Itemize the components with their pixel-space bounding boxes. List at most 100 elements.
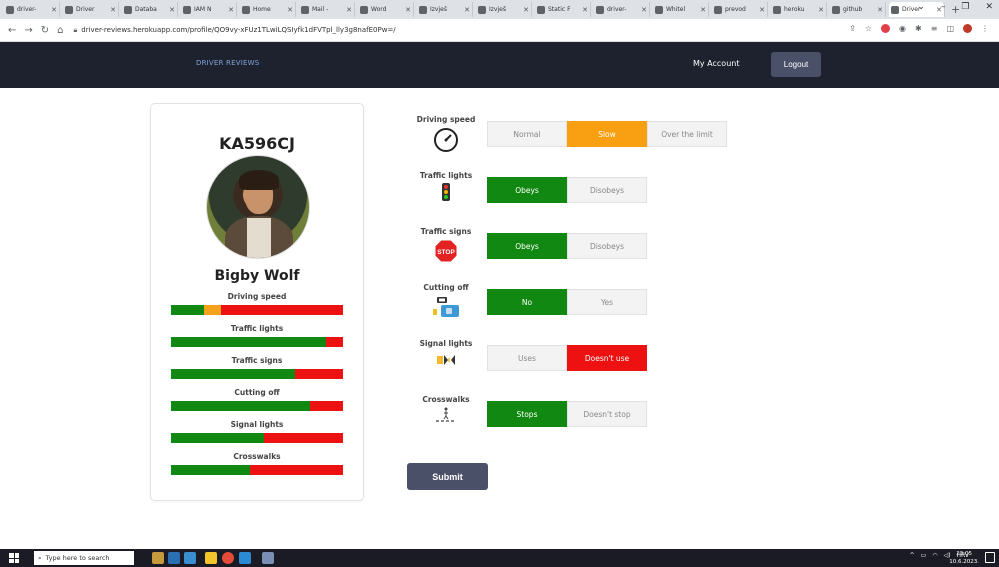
stat-bar-red-segment — [310, 401, 343, 411]
forward-icon[interactable]: → — [24, 25, 32, 36]
submit-button[interactable]: Submit — [407, 463, 488, 490]
logout-button[interactable]: Logout — [771, 52, 821, 77]
option-button[interactable]: Obeys — [487, 177, 567, 203]
tab-close-icon[interactable]: ✕ — [287, 6, 293, 14]
browser-tab[interactable]: Databa ✕ — [122, 2, 178, 17]
vscode-icon[interactable] — [239, 552, 251, 564]
windows-start-icon[interactable] — [9, 553, 19, 563]
tab-label: Whitel — [666, 6, 686, 13]
browser-tab[interactable]: Mail - ✕ — [299, 2, 355, 17]
url-field[interactable]: 🔒︎ driver-reviews.herokuapp.com/profile/… — [74, 26, 396, 35]
stat-bar-green-segment — [171, 465, 251, 475]
tab-favicon-icon — [537, 5, 545, 14]
tab-favicon-icon — [242, 5, 250, 14]
tab-label: Static F — [548, 6, 571, 13]
browser-tab[interactable]: Izvješ ✕ — [417, 2, 473, 17]
stat-item: Crosswalks — [171, 452, 343, 475]
tab-label: Word — [371, 6, 387, 13]
puzzle-icon[interactable]: ✱ — [915, 24, 922, 33]
task-view-icon[interactable] — [184, 552, 196, 564]
browser-tab[interactable]: Home ✕ — [240, 2, 296, 17]
taskbar-app-icon[interactable] — [262, 552, 274, 564]
tab-favicon-icon — [478, 5, 486, 14]
tab-close-icon[interactable]: ✕ — [700, 6, 706, 14]
bookmark-star-icon[interactable]: ☆ — [865, 24, 872, 33]
taskbar-app-icon[interactable] — [168, 552, 180, 564]
network-icon[interactable]: ▭ — [921, 552, 927, 559]
tab-close-icon[interactable]: ✕ — [464, 6, 470, 14]
browser-tab[interactable]: IAM N ✕ — [181, 2, 237, 17]
tab-close-icon[interactable]: ✕ — [582, 6, 588, 14]
option-button[interactable]: Over the limit — [647, 121, 727, 147]
tab-favicon-icon — [655, 5, 663, 14]
tab-close-icon[interactable]: ✕ — [523, 6, 529, 14]
browser-tab[interactable]: Whitel ✕ — [653, 2, 709, 17]
tab-close-icon[interactable]: ✕ — [228, 6, 234, 14]
browser-tab[interactable]: prevod ✕ — [712, 2, 768, 17]
option-button[interactable]: Stops — [487, 401, 567, 427]
close-window-icon[interactable]: ✕ — [985, 2, 993, 12]
tab-close-icon[interactable]: ✕ — [877, 6, 883, 14]
brand-link[interactable]: DRIVER REVIEWS — [196, 59, 259, 67]
camera-icon[interactable]: ◉ — [899, 24, 906, 33]
maximize-icon[interactable]: ❐ — [961, 2, 969, 12]
browser-tab[interactable]: driver- ✕ — [4, 2, 60, 17]
option-button[interactable]: No — [487, 289, 567, 315]
tab-search-icon[interactable]: ⌄ — [917, 2, 925, 12]
taskbar-app-icon[interactable] — [152, 552, 164, 564]
tab-list: driver- ✕ Driver ✕ Databa ✕ IAM N ✕ Home ✕ Mail - … — [4, 2, 948, 17]
tab-close-icon[interactable]: ✕ — [169, 6, 175, 14]
stat-item: Signal lights — [171, 420, 343, 443]
option-button[interactable]: Doesn't stop — [567, 401, 647, 427]
tab-close-icon[interactable]: ✕ — [346, 6, 352, 14]
option-button[interactable]: Yes — [567, 289, 647, 315]
chrome-icon[interactable] — [222, 552, 234, 564]
reading-list-icon[interactable]: ≡ — [931, 24, 938, 33]
browser-tab[interactable]: Static F ✕ — [535, 2, 591, 17]
browser-tab[interactable]: heroku ✕ — [771, 2, 827, 17]
sidebar-icon[interactable]: ◫ — [946, 24, 954, 33]
tab-close-icon[interactable]: ✕ — [759, 6, 765, 14]
browser-tab[interactable]: github ✕ — [830, 2, 886, 17]
taskbar-search-placeholder: Type here to search — [45, 554, 110, 562]
notification-icon[interactable] — [985, 552, 995, 563]
wifi-icon[interactable]: ◠ — [932, 552, 937, 559]
option-button[interactable]: Uses — [487, 345, 567, 371]
option-button[interactable]: Obeys — [487, 233, 567, 259]
signal-lights-icon — [435, 351, 457, 370]
browser-tab[interactable]: Izvješ ✕ — [476, 2, 532, 17]
tab-close-icon[interactable]: ✕ — [405, 6, 411, 14]
stat-bar-red-segment — [220, 305, 343, 315]
clock-date: 10.6.2023. — [949, 559, 979, 565]
tab-close-icon[interactable]: ✕ — [110, 6, 116, 14]
tray-chevron-icon[interactable]: ^ — [910, 552, 915, 559]
profile-avatar-icon[interactable] — [963, 24, 972, 33]
taskbar-search-input[interactable]: ⌕ Type here to search — [34, 551, 134, 565]
tab-close-icon[interactable]: ✕ — [51, 6, 57, 14]
tab-close-icon[interactable]: ✕ — [641, 6, 647, 14]
taskbar-clock[interactable]: 23:05 10.6.2023. — [949, 550, 979, 566]
option-button[interactable]: Doesn't use — [567, 345, 647, 371]
menu-icon[interactable]: ⋮ — [981, 24, 989, 33]
tab-label: github — [843, 6, 863, 13]
browser-tab[interactable]: Word ✕ — [358, 2, 414, 17]
my-account-link[interactable]: My Account — [693, 59, 739, 68]
minimize-icon[interactable]: – — [941, 2, 946, 12]
home-icon[interactable]: ⌂ — [57, 25, 63, 36]
browser-tab[interactable]: Driver ✕ — [63, 2, 119, 17]
browser-tab[interactable]: driver- ✕ — [594, 2, 650, 17]
file-explorer-icon[interactable] — [205, 552, 217, 564]
crosswalk-icon — [435, 407, 457, 427]
option-button[interactable]: Normal — [487, 121, 567, 147]
option-button[interactable]: Disobeys — [567, 177, 647, 203]
option-button[interactable]: Slow — [567, 121, 647, 147]
clock-time: 23:05 — [956, 551, 973, 557]
option-button[interactable]: Disobeys — [567, 233, 647, 259]
extension-icon[interactable] — [881, 24, 891, 33]
stat-bar-green-segment — [171, 433, 264, 443]
reload-icon[interactable]: ↻ — [41, 25, 49, 36]
back-icon[interactable]: ← — [8, 25, 16, 36]
share-icon[interactable]: ⇪ — [849, 24, 856, 33]
tab-close-icon[interactable]: ✕ — [818, 6, 824, 14]
tab-label: driver- — [17, 6, 37, 13]
